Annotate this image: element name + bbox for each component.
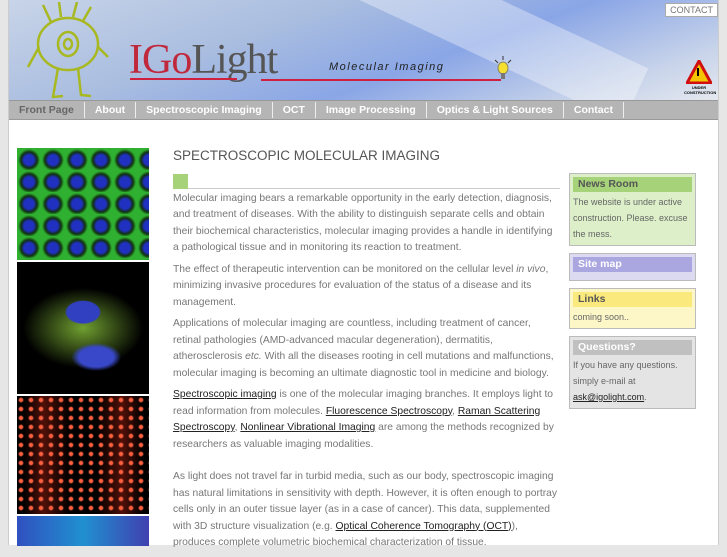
news-room-box: News Room The website is under active co…: [569, 173, 696, 246]
sidebar: News Room The website is under active co…: [569, 173, 696, 416]
cell-image-red-fluorescence: [17, 396, 149, 514]
email-link[interactable]: ask@igolight.com: [573, 392, 644, 402]
paragraph: Applications of molecular imaging are co…: [173, 318, 554, 379]
nav-oct[interactable]: OCT: [273, 102, 316, 118]
link-oct[interactable]: Optical Coherence Tomography (OCT): [336, 521, 512, 532]
paragraph: Spectroscopic imaging is one of the mole…: [173, 389, 554, 450]
contact-button[interactable]: CONTACT: [665, 3, 718, 17]
nav-about[interactable]: About: [85, 102, 137, 118]
cell-image-blue: [17, 516, 149, 546]
nav-optics-light-sources[interactable]: Optics & Light Sources: [427, 102, 564, 118]
cell-image-green-honeycomb: [17, 148, 149, 260]
main-nav: Front Page About Spectroscopic Imaging O…: [9, 100, 718, 120]
under-construction-badge: UNDER CONSTRUCTION: [684, 57, 716, 95]
nav-front-page[interactable]: Front Page: [9, 102, 85, 118]
site-logo[interactable]: IGoLight: [129, 36, 278, 84]
questions-box: Questions? If you have any questions. si…: [569, 336, 696, 409]
links-box: Links coming soon..: [569, 288, 696, 329]
page: IGoLight Molecular Imaging CONTACT UNDER…: [8, 0, 719, 548]
cell-image-fibroblast: [17, 262, 149, 394]
paragraph: The effect of therapeutic intervention c…: [173, 263, 549, 308]
header-banner: IGoLight Molecular Imaging CONTACT UNDER…: [9, 0, 718, 100]
tagline: Molecular Imaging: [329, 61, 445, 73]
link-spectroscopic-imaging[interactable]: Spectroscopic imaging: [173, 389, 277, 400]
nav-image-processing[interactable]: Image Processing: [316, 102, 427, 118]
nav-spectroscopic-imaging[interactable]: Spectroscopic Imaging: [136, 102, 273, 118]
lightbulb-icon: [494, 56, 512, 79]
paragraph: As light does not travel far in turbid m…: [173, 471, 558, 548]
image-column: [17, 148, 149, 548]
nav-contact[interactable]: Contact: [564, 102, 624, 118]
warning-sign-icon: [684, 57, 714, 85]
title-divider: [173, 173, 560, 189]
eye-mascot-logo-icon: [26, 2, 109, 99]
site-map-box[interactable]: Site map: [569, 253, 696, 281]
main-content: SPECTROSCOPIC MOLECULAR IMAGING Molecula…: [173, 148, 560, 557]
link-nonlinear-vibrational-imaging[interactable]: Nonlinear Vibrational Imaging: [240, 422, 375, 433]
paragraph: Molecular imaging bears a remarkable opp…: [173, 192, 553, 254]
page-title: SPECTROSCOPIC MOLECULAR IMAGING: [173, 148, 441, 163]
link-fluorescence-spectroscopy[interactable]: Fluorescence Spectroscopy: [326, 406, 452, 417]
